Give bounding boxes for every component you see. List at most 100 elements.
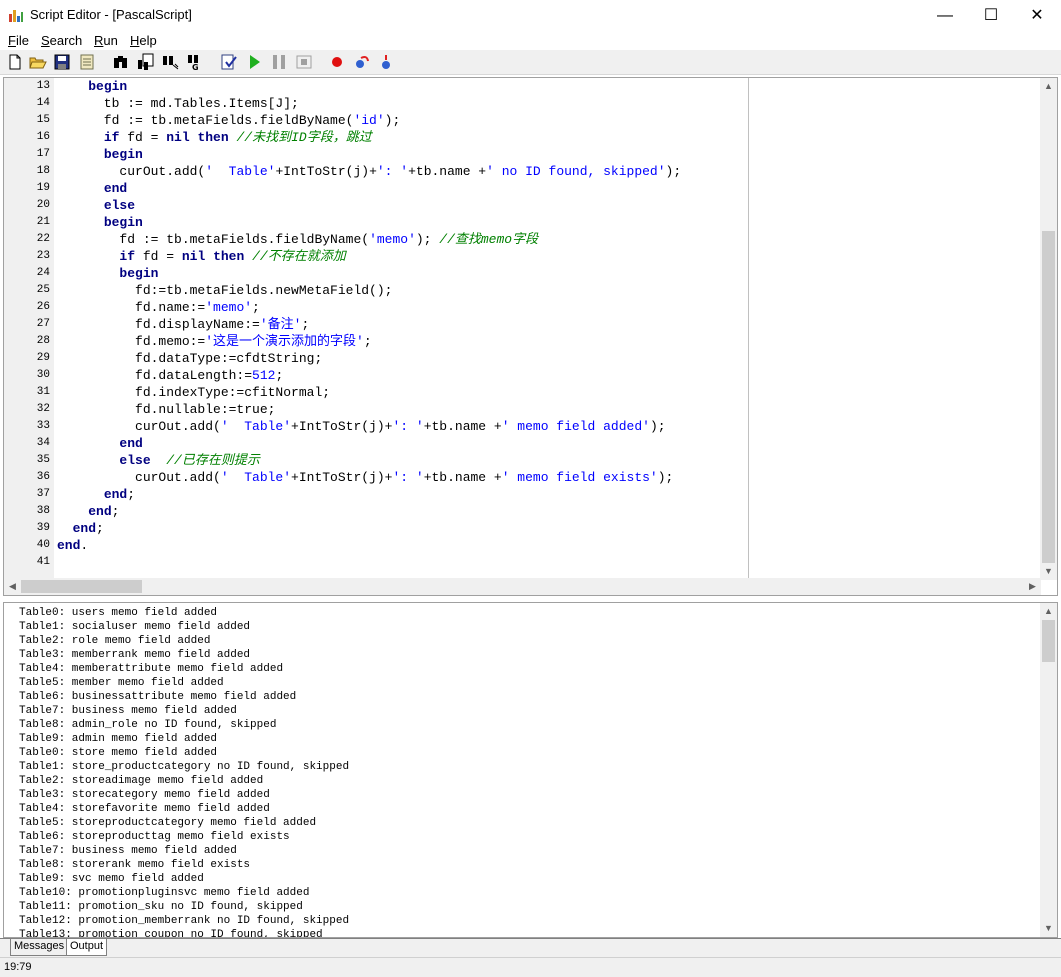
code-keyword: end <box>88 504 112 519</box>
scroll-down-icon[interactable]: ▼ <box>1040 563 1057 580</box>
output-line: Table12: promotion_memberrank no ID foun… <box>19 915 350 927</box>
scroll-left-icon[interactable]: ◀ <box>4 578 21 595</box>
scroll-up-icon[interactable]: ▲ <box>1040 78 1057 95</box>
breakpoint-icon[interactable] <box>328 53 346 71</box>
menu-help-accel: H <box>130 33 140 48</box>
output-vscroll-thumb[interactable] <box>1042 620 1055 662</box>
editor-vertical-scrollbar[interactable]: ▲ ▼ <box>1040 78 1057 580</box>
replace-icon[interactable] <box>162 53 180 71</box>
menu-help-label: elp <box>139 33 157 48</box>
output-scroll-up-icon[interactable]: ▲ <box>1040 603 1057 620</box>
code-area[interactable]: begin tb := md.Tables.Items[J]; fd := tb… <box>54 78 1041 580</box>
output-line: Table8: storerank memo field exists <box>19 859 251 871</box>
maximize-button[interactable]: ☐ <box>968 0 1014 31</box>
tab-output[interactable]: Output <box>66 939 108 956</box>
code-line: end. <box>57 537 88 554</box>
tab-messages[interactable]: Messages <box>10 939 69 956</box>
scroll-right-icon[interactable]: ▶ <box>1024 578 1041 595</box>
code-string: ' Table' <box>220 470 292 485</box>
stop-icon[interactable] <box>295 53 313 71</box>
step-over-icon[interactable] <box>353 53 371 71</box>
code-line: fd.displayName:='备注'; <box>57 316 309 333</box>
code-string: 'memo' <box>205 300 253 315</box>
window-title: Script Editor - [PascalScript] <box>30 7 192 22</box>
goto-line-icon[interactable]: G <box>187 53 205 72</box>
code-keyword: end <box>119 436 143 451</box>
open-folder-icon[interactable] <box>29 53 47 71</box>
bottom-tabs: Messages Output <box>0 938 1061 957</box>
code-line: curOut.add(' Table'+IntToStr(j)+': '+tb.… <box>57 469 673 486</box>
line-number: 35 <box>36 454 50 466</box>
output-line: Table3: memberrank memo field added <box>19 649 251 661</box>
output-line: Table7: business memo field added <box>19 845 237 857</box>
code-line: tb := md.Tables.Items[J]; <box>57 95 299 112</box>
find-in-files-icon[interactable] <box>137 53 155 71</box>
output-line: Table6: businessattribute memo field add… <box>19 691 297 703</box>
code-line: if fd = nil then //未找到ID字段，跳过 <box>57 129 372 146</box>
pause-icon[interactable] <box>270 53 288 71</box>
code-line: curOut.add(' Table'+IntToStr(j)+': '+tb.… <box>57 163 681 180</box>
code-keyword: if <box>103 130 120 145</box>
output-line: Table10: promotionpluginsvc memo field a… <box>19 887 310 899</box>
save-icon[interactable] <box>53 53 71 71</box>
code-keyword: end <box>103 181 128 196</box>
menu-file[interactable]: File <box>8 33 29 48</box>
code-line: begin <box>57 146 143 163</box>
code-string: 'memo' <box>369 232 416 247</box>
code-text: +IntToStr(j)+ <box>291 470 393 485</box>
line-number: 20 <box>36 199 50 211</box>
menu-run-accel: R <box>94 33 104 48</box>
code-string: 'id' <box>353 113 385 128</box>
code-keyword: else <box>119 453 151 468</box>
code-text: +IntToStr(j)+ <box>291 419 393 434</box>
find-icon[interactable] <box>112 53 130 71</box>
minimize-button[interactable]: — <box>922 0 968 31</box>
code-line: fd.indexType:=cfitNormal; <box>57 384 330 401</box>
editor-vscroll-thumb[interactable] <box>1042 231 1055 563</box>
output-line: Table4: memberattribute memo field added <box>19 663 284 675</box>
line-number: 31 <box>36 386 50 398</box>
output-line: Table5: storeproductcategory memo field … <box>19 817 317 829</box>
menu-search[interactable]: Search <box>41 33 82 48</box>
print-preview-icon[interactable] <box>78 53 96 71</box>
menu-run[interactable]: Run <box>94 33 118 48</box>
output-line: Table9: admin memo field added <box>19 733 218 745</box>
close-button[interactable]: ✕ <box>1014 0 1060 31</box>
code-editor[interactable]: 13 14 15 16 17 18 19 20 21 22 23 24 25 26 27 28 29 30 31 32… <box>3 77 1058 596</box>
code-line: fd.dataType:=cfdtString; <box>57 350 322 367</box>
menu-help[interactable]: Help <box>130 33 157 48</box>
step-into-icon[interactable] <box>378 53 396 71</box>
code-comment: //已存在则提示 <box>166 453 260 468</box>
output-line: Table7: business memo field added <box>19 705 237 717</box>
output-text[interactable]: Table0: users memo field added Table1: so… <box>4 603 1041 937</box>
cursor-position: 19:79 <box>4 961 32 973</box>
code-line: else <box>57 197 135 214</box>
code-text: fd = <box>119 130 167 145</box>
code-keyword: then <box>197 130 229 145</box>
editor-hscroll-thumb[interactable] <box>21 580 142 593</box>
code-text: fd.name:= <box>57 300 206 315</box>
output-scroll-down-icon[interactable]: ▼ <box>1040 920 1057 937</box>
code-keyword: begin <box>103 215 143 230</box>
output-vertical-scrollbar[interactable]: ▲ ▼ <box>1040 603 1057 937</box>
code-line: end; <box>57 520 104 537</box>
new-file-icon[interactable] <box>6 53 24 71</box>
run-icon[interactable] <box>245 53 263 71</box>
line-number: 26 <box>36 301 50 313</box>
code-string: ' Table' <box>220 419 292 434</box>
code-text: fd := tb.metaFields.fieldByName( <box>57 113 354 128</box>
syntax-check-icon[interactable] <box>220 53 238 71</box>
right-margin-line <box>748 78 749 580</box>
editor-horizontal-scrollbar[interactable]: ◀ ▶ <box>4 578 1041 595</box>
svg-text:G: G <box>192 63 199 71</box>
output-panel[interactable]: Table0: users memo field added Table1: so… <box>3 602 1058 938</box>
code-text: ); <box>657 470 674 485</box>
